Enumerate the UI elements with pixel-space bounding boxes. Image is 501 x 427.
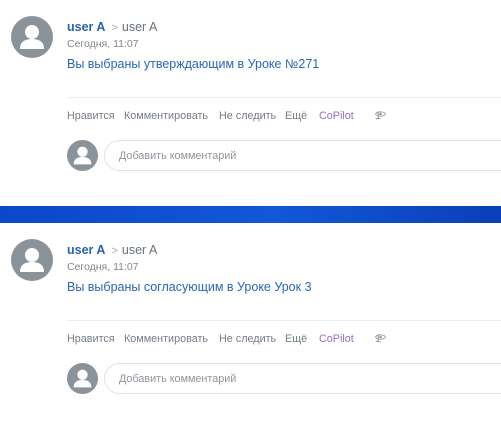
post-message[interactable]: Вы выбраны утверждающим в Уроке №271 [67,57,319,71]
post-date[interactable]: Сегодня, 11:07 [67,38,139,50]
unfollow-button[interactable]: Не следить [219,110,276,122]
current-user-avatar [67,140,98,171]
feed-post: user A > user A Сегодня, 11:07 Вы выбраны … [0,0,501,206]
comment-placeholder: Добавить комментарий [119,373,237,385]
unfollow-button[interactable]: Не следить [219,333,276,345]
chevron-right-icon: > [111,22,118,34]
user-silhouette-icon [73,369,92,388]
views-count: 1 [375,110,382,122]
copilot-button[interactable]: CoPilot [319,333,354,345]
user-silhouette-icon [20,248,44,272]
like-button[interactable]: Нравится [67,110,115,122]
user-silhouette-icon [73,146,92,165]
author-link[interactable]: user A [67,243,105,257]
comment-input[interactable]: Добавить комментарий [104,363,501,394]
comment-button[interactable]: Комментировать [124,110,208,122]
post-date[interactable]: Сегодня, 11:07 [67,261,139,273]
recipient-link[interactable]: user A [122,20,157,34]
comment-input[interactable]: Добавить комментарий [104,140,501,171]
feed-separator [0,206,501,223]
more-button[interactable]: Ещё [285,110,307,122]
post-header: user A > user A [67,19,157,36]
post-header: user A > user A [67,242,157,259]
author-link[interactable]: user A [67,20,105,34]
views-count: 1 [375,333,382,345]
views-counter[interactable]: 1 [375,333,386,345]
post-message[interactable]: Вы выбраны согласующим в Уроке Урок 3 [67,280,312,294]
divider [67,320,501,321]
views-counter[interactable]: 1 [375,110,386,122]
current-user-avatar [67,363,98,394]
copilot-button[interactable]: CoPilot [319,110,354,122]
user-silhouette-icon [20,25,44,49]
chevron-right-icon: > [111,245,118,257]
comment-placeholder: Добавить комментарий [119,150,237,162]
comment-button[interactable]: Комментировать [124,333,208,345]
like-button[interactable]: Нравится [67,333,115,345]
divider [67,97,501,98]
author-avatar[interactable] [11,16,53,58]
author-avatar[interactable] [11,239,53,281]
more-button[interactable]: Ещё [285,333,307,345]
recipient-link[interactable]: user A [122,243,157,257]
feed-post: user A > user A Сегодня, 11:07 Вы выбраны … [0,223,501,427]
